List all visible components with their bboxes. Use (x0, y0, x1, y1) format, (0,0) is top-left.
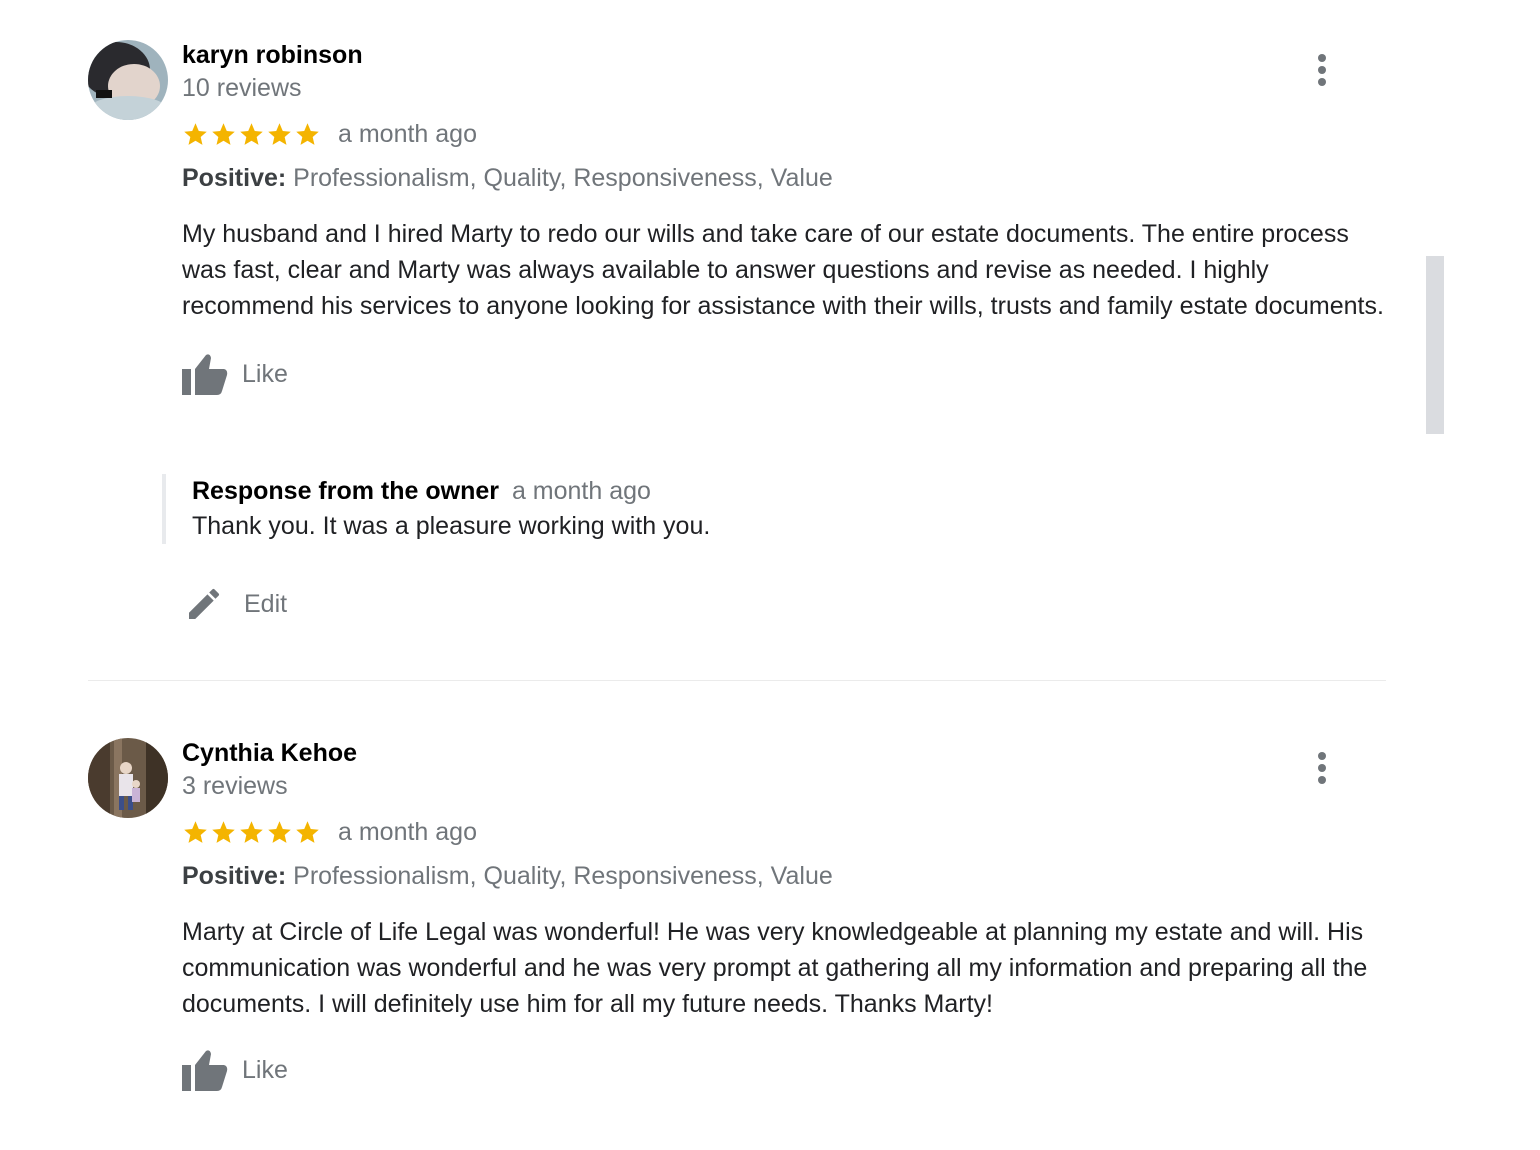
positive-label: Positive: (182, 862, 287, 890)
star-icon (240, 820, 263, 843)
thumb-up-icon (182, 354, 228, 395)
star-icon (296, 122, 319, 145)
like-label: Like (242, 1055, 288, 1084)
owner-response: Response from the owner a month ago Than… (162, 474, 1292, 544)
star-icon (184, 122, 207, 145)
star-icon (212, 820, 235, 843)
positive-values: Professionalism, Quality, Responsiveness… (293, 862, 833, 890)
like-label: Like (242, 359, 288, 388)
star-icon (212, 122, 235, 145)
like-button[interactable]: Like (182, 350, 1392, 398)
author-name[interactable]: Cynthia Kehoe (182, 738, 1392, 768)
owner-response-time: a month ago (511, 477, 651, 505)
edit-button[interactable]: Edit (184, 580, 287, 628)
positive-attributes: Positive: Professionalism, Quality, Resp… (182, 162, 1392, 194)
star-icon (296, 820, 319, 843)
review-time: a month ago (338, 119, 477, 148)
star-icon (240, 122, 263, 145)
review-count[interactable]: 3 reviews (182, 770, 1392, 802)
positive-values: Professionalism, Quality, Responsiveness… (293, 164, 833, 192)
author-name[interactable]: karyn robinson (182, 40, 1392, 70)
review-count[interactable]: 10 reviews (182, 72, 1392, 104)
avatar[interactable] (88, 40, 168, 120)
edit-label: Edit (244, 589, 288, 618)
star-icon (268, 122, 291, 145)
pencil-icon (189, 588, 220, 619)
thumb-up-icon (182, 1050, 228, 1091)
review-time: a month ago (338, 817, 477, 846)
star-icon (268, 820, 291, 843)
positive-label: Positive: (182, 164, 287, 192)
review-text: Marty at Circle of Life Legal was wonder… (182, 918, 1368, 1018)
avatar[interactable] (88, 738, 168, 818)
review-divider (88, 680, 1386, 681)
scrollbar-thumb[interactable] (1426, 256, 1444, 434)
positive-attributes: Positive: Professionalism, Quality, Resp… (182, 860, 1392, 892)
review-text: My husband and I hired Marty to redo our… (182, 220, 1384, 320)
owner-response-title: Response from the owner (192, 477, 499, 505)
like-button[interactable]: Like (182, 1046, 1392, 1094)
owner-response-text: Thank you. It was a pleasure working wit… (192, 512, 711, 540)
star-icon (184, 820, 207, 843)
star-rating (182, 121, 322, 148)
star-rating (182, 819, 322, 846)
